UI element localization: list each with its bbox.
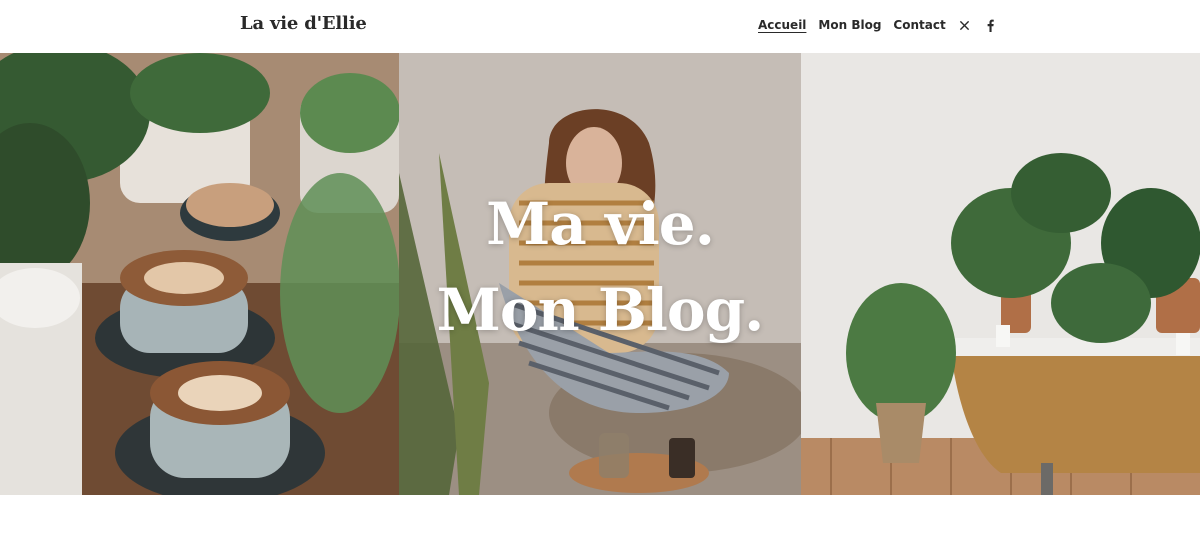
nav-item-contact[interactable]: Contact (893, 18, 945, 32)
nav-item-accueil[interactable]: Accueil (758, 18, 806, 32)
plants-bathtub-photo (801, 53, 1200, 495)
site-header: La vie d'Ellie Accueil Mon Blog Contact (0, 0, 1200, 53)
facebook-icon[interactable] (984, 18, 998, 32)
nav-item-mon-blog[interactable]: Mon Blog (818, 18, 881, 32)
x-twitter-icon[interactable] (958, 18, 972, 32)
coffee-plants-photo (0, 53, 399, 495)
site-logo[interactable]: La vie d'Ellie (240, 13, 367, 34)
hero-section: Ma vie. Mon Blog. (0, 53, 1200, 495)
woman-sitting-photo (399, 53, 801, 495)
main-nav: Accueil Mon Blog Contact (758, 18, 998, 32)
